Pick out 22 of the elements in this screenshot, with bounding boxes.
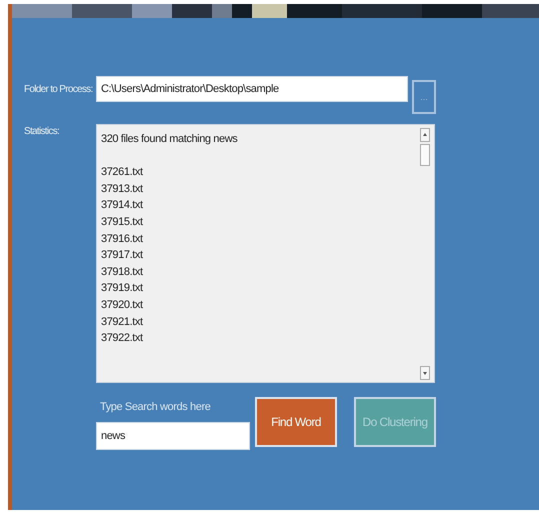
result-line: 37920.txt bbox=[101, 298, 144, 313]
folder-label: Folder to Process: bbox=[24, 83, 94, 97]
scroll-up-icon[interactable] bbox=[420, 128, 430, 142]
result-line: 37913.txt bbox=[101, 182, 144, 197]
browse-button[interactable]: ... bbox=[412, 80, 436, 114]
scrollbar-thumb[interactable] bbox=[420, 144, 430, 166]
result-line: 37918.txt bbox=[101, 264, 144, 280]
result-line: 37917.txt bbox=[101, 248, 144, 264]
statistics-label: Statistics: bbox=[24, 125, 60, 139]
summary-line: 320 files found matching news bbox=[101, 132, 238, 147]
result-line: 37261.txt bbox=[101, 165, 144, 180]
result-line: 37915.txt bbox=[101, 214, 144, 230]
result-line: 37921.txt bbox=[101, 314, 144, 330]
result-line: 37922.txt bbox=[101, 331, 144, 346]
result-line: 37919.txt bbox=[101, 281, 144, 296]
result-line: 37914.txt bbox=[101, 198, 144, 214]
result-line: 37916.txt bbox=[101, 232, 144, 247]
scroll-down-icon[interactable] bbox=[420, 366, 430, 380]
search-label: Type Search words here bbox=[100, 400, 212, 415]
search-field[interactable]: news bbox=[96, 422, 250, 450]
find-word-button[interactable]: Find Word bbox=[255, 397, 337, 447]
folder-path-field[interactable]: C:\Users\Administrator\Desktop\sample bbox=[96, 76, 408, 102]
